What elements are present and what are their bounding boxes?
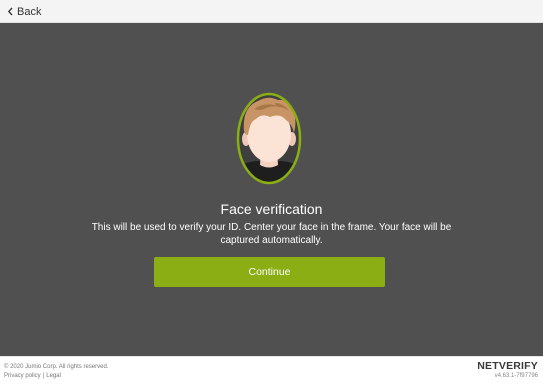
face-outline-icon bbox=[236, 92, 302, 185]
chevron-left-icon bbox=[7, 7, 13, 16]
continue-button[interactable]: Continue bbox=[154, 257, 385, 287]
page-title: Face verification bbox=[220, 201, 323, 217]
footer: © 2020 Jumio Corp. All rights reserved. … bbox=[0, 356, 543, 384]
link-separator: | bbox=[42, 373, 45, 379]
back-button[interactable]: Back bbox=[7, 4, 41, 19]
copyright-text: © 2020 Jumio Corp. All rights reserved. bbox=[4, 364, 109, 370]
brand-logo: NETVERIFY bbox=[477, 360, 538, 372]
legal-link[interactable]: Legal bbox=[46, 373, 61, 379]
back-label: Back bbox=[17, 5, 42, 18]
instructions-text: This will be used to verify your ID. Cen… bbox=[91, 222, 452, 246]
privacy-policy-link[interactable]: Privacy policy bbox=[4, 373, 41, 379]
version-text: v4.63.1-7f97796 bbox=[494, 373, 538, 379]
footer-links: Privacy policy | Legal bbox=[4, 372, 61, 380]
top-bar: Back bbox=[0, 0, 543, 23]
verification-panel: Face verification This will be used to v… bbox=[0, 23, 543, 356]
